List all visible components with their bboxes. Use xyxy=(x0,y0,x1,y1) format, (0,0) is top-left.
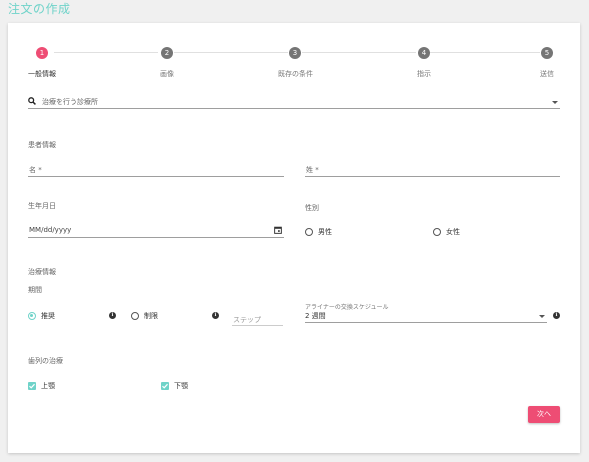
arch-treatment-label: 歯列の治療 xyxy=(28,357,63,365)
step-3-label[interactable]: 既存の条件 xyxy=(278,69,313,79)
gender-male-radio[interactable] xyxy=(305,228,313,236)
step-5-indicator[interactable]: 5 xyxy=(541,47,553,59)
stepper-connector xyxy=(302,52,416,53)
gender-female-label[interactable]: 女性 xyxy=(446,227,460,237)
step-2-label[interactable]: 画像 xyxy=(160,69,174,79)
info-icon[interactable]: i xyxy=(553,312,560,319)
lower-arch-label[interactable]: 下顎 xyxy=(174,381,188,391)
dob-placeholder: MM/dd/yyyy xyxy=(29,226,72,234)
checkmark-icon xyxy=(162,383,168,389)
dob-input[interactable]: MM/dd/yyyy xyxy=(28,224,284,238)
checkmark-icon xyxy=(29,383,35,389)
patient-info-heading: 患者情報 xyxy=(28,141,56,149)
clinic-select[interactable]: 治療を行う診療所 xyxy=(28,96,560,109)
period-label: 期間 xyxy=(28,286,42,294)
chevron-down-icon xyxy=(539,315,545,318)
period-limited-label[interactable]: 制限 xyxy=(144,311,158,321)
treatment-info-heading: 治療情報 xyxy=(28,268,56,276)
search-icon xyxy=(28,97,36,105)
dob-label: 生年月日 xyxy=(28,202,56,210)
step-4-label[interactable]: 指示 xyxy=(417,69,431,79)
aligner-schedule-select[interactable]: 2 週間 xyxy=(305,310,547,323)
step-3-indicator[interactable]: 3 xyxy=(289,47,301,59)
lower-arch-checkbox[interactable] xyxy=(161,382,169,390)
last-name-field[interactable]: 姓 * xyxy=(305,164,560,177)
stepper-connector xyxy=(54,52,158,53)
step-5-label[interactable]: 送信 xyxy=(540,69,554,79)
clinic-select-placeholder: 治療を行う診療所 xyxy=(42,98,98,106)
step-2-indicator[interactable]: 2 xyxy=(161,47,173,59)
upper-arch-checkbox[interactable] xyxy=(28,382,36,390)
gender-female-radio[interactable] xyxy=(433,228,441,236)
info-icon[interactable]: i xyxy=(212,312,219,319)
period-recommended-label[interactable]: 推奨 xyxy=(41,311,55,321)
step-count-placeholder: ステップ xyxy=(233,316,261,324)
step-4-indicator[interactable]: 4 xyxy=(418,47,430,59)
page-title: 注文の作成 xyxy=(8,2,71,16)
step-1-indicator[interactable]: 1 xyxy=(36,47,48,59)
first-name-field[interactable]: 名 * xyxy=(28,164,284,177)
upper-arch-label[interactable]: 上顎 xyxy=(41,381,55,391)
next-button[interactable]: 次へ xyxy=(528,406,560,423)
period-recommended-radio[interactable] xyxy=(28,312,36,320)
gender-label: 性別 xyxy=(305,204,319,212)
gender-male-label[interactable]: 男性 xyxy=(318,227,332,237)
last-name-placeholder: 姓 * xyxy=(306,166,319,174)
chevron-down-icon xyxy=(552,101,558,104)
first-name-placeholder: 名 * xyxy=(29,166,42,174)
info-icon[interactable]: i xyxy=(109,312,116,319)
aligner-schedule-value: 2 週間 xyxy=(305,312,326,320)
period-limited-radio[interactable] xyxy=(131,312,139,320)
stepper-connector xyxy=(174,52,288,53)
calendar-icon[interactable] xyxy=(274,226,282,234)
step-1-label[interactable]: 一般情報 xyxy=(28,69,56,79)
stepper-connector xyxy=(430,52,540,53)
order-form-card: 1 一般情報 2 画像 3 既存の条件 4 指示 5 送信 治療を行う診療所 患… xyxy=(8,23,580,453)
step-count-input[interactable]: ステップ xyxy=(232,311,283,326)
